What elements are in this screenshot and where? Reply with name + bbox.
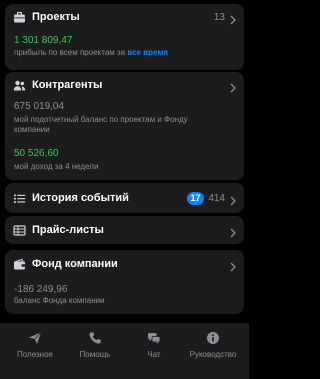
tab-useful[interactable]: Полезное: [4, 331, 66, 359]
fund-balance-value: -186 249,96: [14, 284, 68, 295]
chevron-right-icon: [229, 80, 237, 93]
projects-profit-value: 1 301 809,47: [14, 35, 73, 46]
tab-label: Полезное: [17, 350, 53, 359]
chevron-right-icon: [229, 12, 237, 25]
fund-balance-caption: баланс Фонда компании: [14, 296, 105, 305]
chat-icon: [147, 331, 161, 345]
tab-guide[interactable]: Руководство: [182, 331, 244, 359]
contractors-balance-value: 675 019,04: [14, 101, 65, 112]
pricelists-card[interactable]: Прайс-листы: [5, 216, 244, 244]
projects-count: 13: [213, 11, 225, 23]
list-icon: [13, 192, 26, 205]
chevron-right-icon: [229, 193, 237, 206]
contractors-title: Контрагенты: [32, 79, 103, 91]
profit-caption-prefix: прибыль по всем проектам за: [14, 48, 126, 57]
projects-profit-caption: прибыль по всем проектам за все время: [14, 48, 244, 58]
projects-title: Проекты: [32, 11, 80, 23]
contractors-balance-caption: мой подотчетный баланс по проектам и Фон…: [14, 115, 188, 134]
events-card[interactable]: История событий 17 414: [5, 183, 244, 213]
contractors-income-caption: мой доход за 4 недели: [14, 162, 99, 171]
events-count: 414: [208, 192, 225, 204]
contractors-income-value: 50 526,60: [14, 148, 59, 159]
projects-card[interactable]: Проекты 13 1 301 809,47 прибыль по всем …: [5, 4, 244, 70]
tab-chat[interactable]: Чат: [123, 331, 185, 359]
pricelists-title: Прайс-листы: [32, 224, 104, 236]
tab-label: Помощь: [79, 350, 111, 359]
chevron-right-icon: [229, 225, 237, 238]
fund-title: Фонд компании: [32, 258, 118, 270]
events-title: История событий: [32, 192, 129, 204]
tab-label: Чат: [147, 350, 161, 359]
events-badge: 17: [187, 191, 204, 205]
contractors-card[interactable]: Контрагенты 675 019,04 мой подотчетный б…: [5, 72, 244, 180]
people-icon: [13, 79, 26, 92]
all-time-link[interactable]: все время: [127, 48, 168, 57]
send-icon: [28, 331, 42, 345]
tab-help[interactable]: Помощь: [64, 331, 126, 359]
tab-label: Руководство: [189, 350, 237, 359]
chevron-right-icon: [229, 259, 237, 272]
info-icon: [206, 331, 220, 345]
tab-bar: Полезное Помощь Чат Руководство: [0, 323, 249, 379]
table-icon: [13, 224, 26, 237]
fund-card[interactable]: Фонд компании -186 249,96 баланс Фонда к…: [5, 250, 244, 314]
wallet-icon: [13, 258, 26, 271]
briefcase-icon: [13, 11, 26, 24]
phone-icon: [88, 331, 102, 345]
